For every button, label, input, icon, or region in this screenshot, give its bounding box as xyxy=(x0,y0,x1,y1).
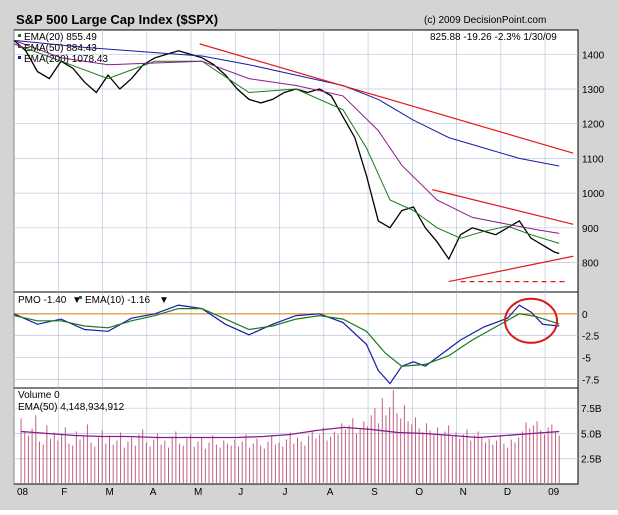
volume-tick-label: 2.5B xyxy=(581,455,602,466)
price-tick-label: 1200 xyxy=(582,120,605,131)
pmo-label: PMO -1.40 xyxy=(18,295,67,306)
chart-svg: S&P 500 Large Cap Index ($SPX) (c) 2009 … xyxy=(13,12,605,498)
x-tick-label: S xyxy=(371,487,378,498)
x-tick-label: M xyxy=(194,487,202,498)
pmo-ema-label: EMA(10) -1.16 xyxy=(85,295,150,306)
price-tick-label: 1400 xyxy=(582,50,605,61)
price-tick-label: 800 xyxy=(582,259,599,270)
pmo-tick-label: 0 xyxy=(582,310,588,321)
legend-label: EMA(20) 855.49 xyxy=(24,32,97,43)
quote-readout: 825.88 -19.26 -2.3% 1/30/09 xyxy=(430,32,557,43)
x-tick-label: A xyxy=(327,487,334,498)
x-axis-labels: 08 F M A M J J A S O N D 09 xyxy=(17,487,560,498)
x-tick-label: A xyxy=(150,487,157,498)
pmo-panel: -7.5 -5 -2.5 0 PMO -1.40 ▼ EMA(10) -1.16 ▼ xyxy=(13,291,600,389)
price-tick-label: 900 xyxy=(582,224,599,235)
volume-y-ticks: 2.5B 5.0B 7.5B xyxy=(581,404,602,466)
pmo-tick-label: -7.5 xyxy=(582,375,600,386)
price-y-ticks: 800 900 1000 1100 1200 1300 1400 xyxy=(582,50,605,269)
price-legend: EMA(20) 855.49EMA(50) 884.43EMA(200) 107… xyxy=(18,32,108,65)
legend-label: EMA(50) 884.43 xyxy=(24,43,97,54)
pmo-tick-label: -2.5 xyxy=(582,332,600,343)
ema10-swatch xyxy=(79,296,82,299)
pmo-y-ticks: -7.5 -5 -2.5 0 xyxy=(582,310,600,386)
volume-tick-label: 5.0B xyxy=(581,429,602,440)
legend-swatch xyxy=(18,56,21,59)
price-tick-label: 1000 xyxy=(582,189,605,200)
x-tick-label: F xyxy=(61,487,67,498)
x-tick-label: N xyxy=(460,487,467,498)
ema-down-arrow-icon: ▼ xyxy=(159,295,169,306)
volume-tick-label: 7.5B xyxy=(581,404,602,415)
volume-ema-label: EMA(50) 4,148,934,912 xyxy=(18,402,125,413)
pmo-legend: PMO -1.40 ▼ EMA(10) -1.16 ▼ xyxy=(18,295,169,306)
legend-label: EMA(200) 1078.43 xyxy=(24,54,108,65)
x-tick-label: 08 xyxy=(17,487,29,498)
volume-panel: 2.5B 5.0B 7.5B Volume 0 EMA(50) 4,148,934,… xyxy=(13,387,602,485)
chart-window: S&P 500 Large Cap Index ($SPX) (c) 2009 … xyxy=(0,0,618,510)
pmo-tick-label: -5 xyxy=(582,353,591,364)
copyright: (c) 2009 DecisionPoint.com xyxy=(424,15,546,26)
x-tick-label: D xyxy=(504,487,511,498)
x-tick-label: O xyxy=(415,487,423,498)
x-tick-label: 09 xyxy=(548,487,560,498)
legend-swatch xyxy=(18,45,21,48)
x-tick-label: M xyxy=(106,487,114,498)
x-tick-label: J xyxy=(283,487,288,498)
volume-label: Volume 0 xyxy=(18,390,60,401)
x-tick-label: J xyxy=(238,487,243,498)
price-tick-label: 1100 xyxy=(582,154,604,165)
legend-swatch xyxy=(18,34,21,37)
price-panel: 800 900 1000 1100 1200 1300 1400 825.88 -19.26… xyxy=(13,29,605,293)
chart-title: S&P 500 Large Cap Index ($SPX) xyxy=(16,12,218,27)
price-tick-label: 1300 xyxy=(582,85,605,96)
